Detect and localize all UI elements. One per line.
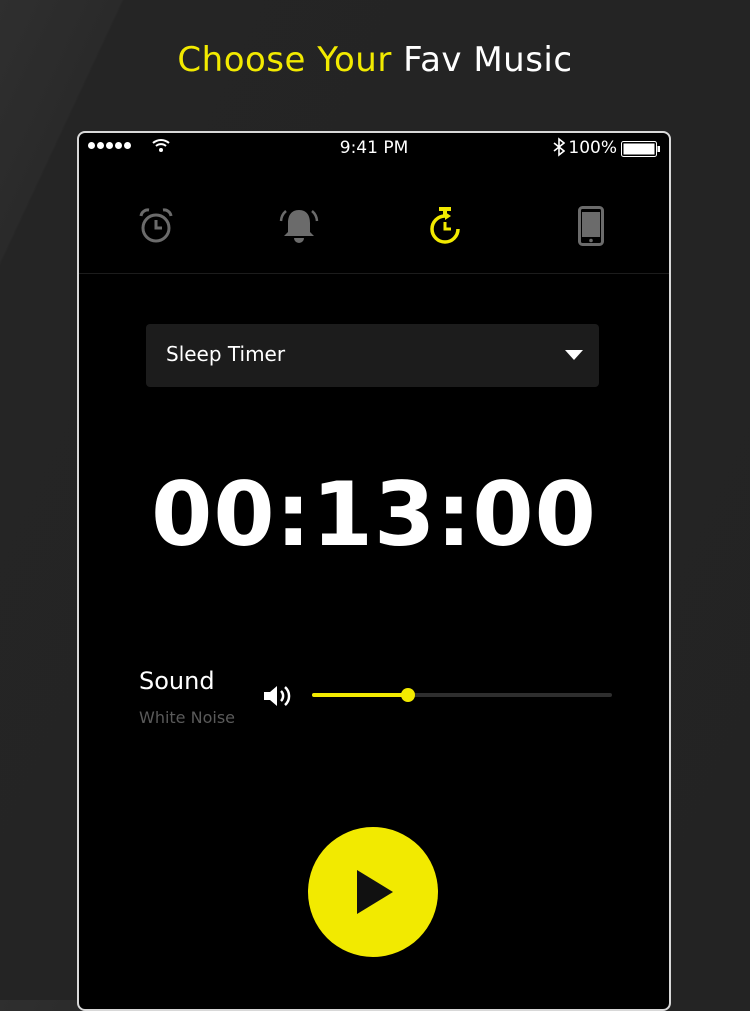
battery-percent: 100% (568, 138, 617, 158)
volume-fill (312, 693, 408, 697)
status-bar: 9:41 PM 100% (79, 133, 669, 163)
phone-frame: 9:41 PM 100% Sleep Timer 00:13:00 Sound … (77, 131, 671, 1011)
headline: Choose Your Fav Music (0, 40, 750, 80)
tab-bar (79, 193, 669, 274)
tab-timer[interactable] (420, 201, 470, 251)
speaker-icon[interactable] (262, 684, 292, 708)
sound-subtitle[interactable]: White Noise (139, 708, 235, 727)
volume-slider[interactable] (312, 688, 612, 702)
phone-icon (578, 206, 604, 246)
battery-icon (621, 141, 660, 157)
play-button[interactable] (308, 827, 438, 957)
volume-knob[interactable] (401, 688, 415, 702)
timer-icon (430, 207, 460, 244)
tab-alarm[interactable] (131, 201, 181, 251)
dropdown-selected: Sleep Timer (166, 342, 286, 366)
sound-title: Sound (139, 667, 215, 695)
play-icon (357, 870, 393, 914)
tab-device[interactable] (566, 201, 616, 251)
timer-type-dropdown[interactable]: Sleep Timer (146, 324, 599, 387)
countdown-display: 00:13:00 (151, 463, 597, 566)
chevron-down-icon (565, 350, 583, 360)
bluetooth-icon (553, 137, 565, 157)
alarm-clock-icon (139, 208, 173, 243)
headline-rest: Fav Music (391, 40, 573, 80)
tab-reminder[interactable] (274, 201, 324, 251)
bell-icon (279, 210, 319, 243)
headline-accent: Choose Your (177, 40, 392, 80)
